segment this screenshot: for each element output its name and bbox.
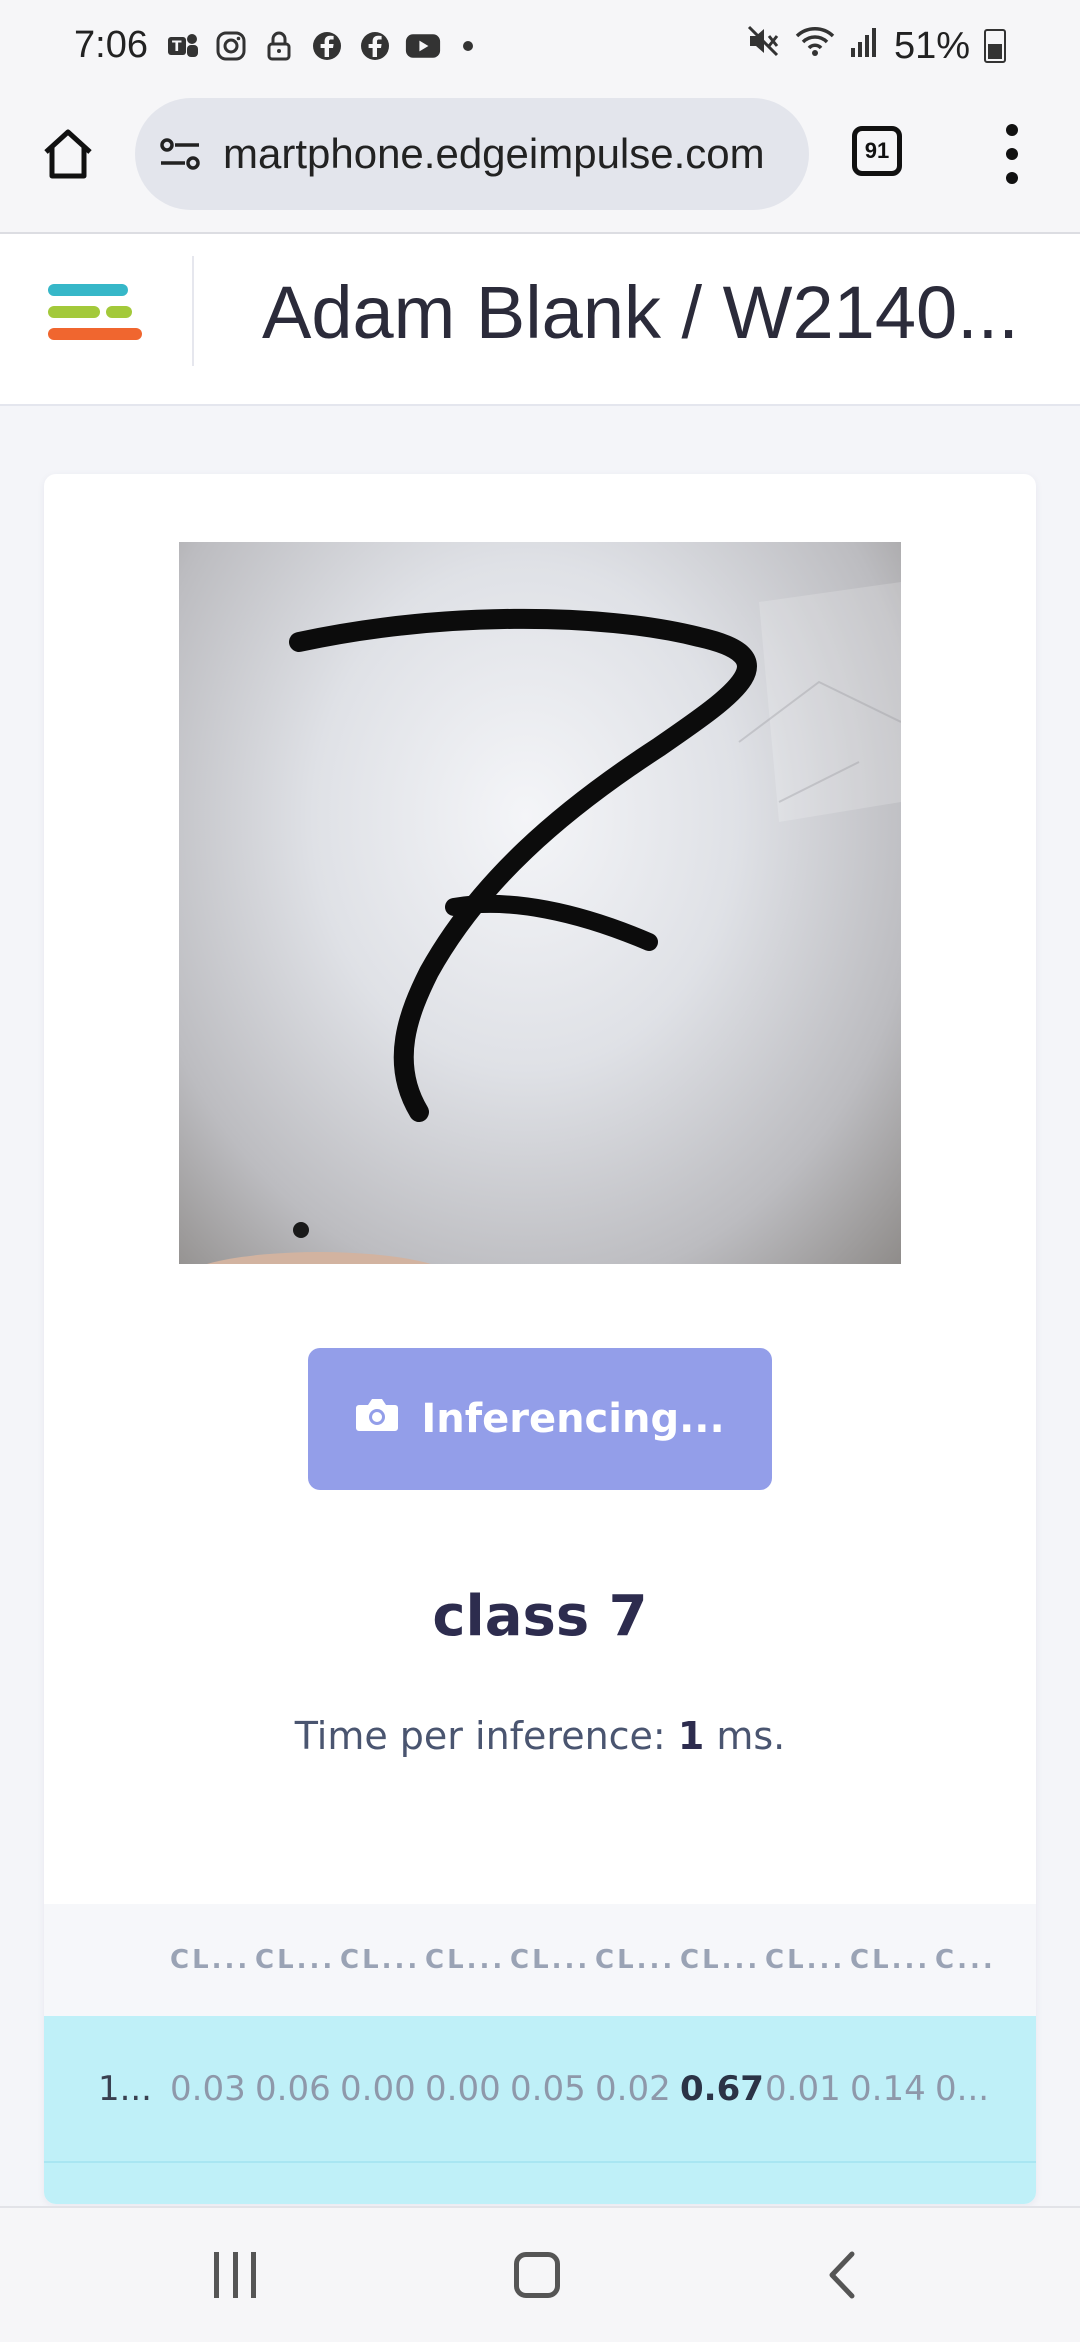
- site-settings-icon[interactable]: [157, 131, 203, 177]
- recents-button[interactable]: [214, 2252, 256, 2298]
- table-row-partial: [44, 2162, 1036, 2204]
- table-header-cell: C...: [935, 1945, 996, 1975]
- score-cell: 0.03: [170, 2068, 246, 2109]
- score-cell: 0.01: [765, 2068, 841, 2109]
- notification-icons: T: [165, 28, 473, 64]
- table-header-row: CL... CL... CL... CL... CL... CL... CL..…: [44, 1904, 1036, 2016]
- score-cell: 0.06: [255, 2068, 331, 2109]
- back-button[interactable]: [822, 2250, 862, 2300]
- timing-prefix: Time per inference:: [294, 1714, 678, 1758]
- inference-timing: Time per inference: 1 ms.: [44, 1714, 1036, 1758]
- youtube-icon: [405, 28, 441, 64]
- score-cell: 0...: [935, 2068, 990, 2109]
- score-cell: 0.14: [850, 2068, 926, 2109]
- table-header-cell: CL...: [340, 1945, 421, 1975]
- timing-value: 1: [677, 1714, 705, 1758]
- top-score-cell: 0.67: [680, 2068, 764, 2109]
- system-status: 51%: [746, 24, 1006, 68]
- battery-icon: [984, 29, 1006, 63]
- tab-switcher-button[interactable]: 91: [852, 126, 902, 176]
- predicted-class: class 7: [432, 1584, 648, 1649]
- score-cell: 0.02: [595, 2068, 671, 2109]
- system-nav-bar: [0, 2206, 1080, 2342]
- table-header-cell: CL...: [765, 1945, 846, 1975]
- home-button[interactable]: [514, 2252, 560, 2298]
- camera-capture-image: [179, 542, 901, 1264]
- teams-icon: T: [165, 28, 201, 64]
- url-text[interactable]: martphone.edgeimpulse.com: [223, 130, 793, 178]
- app-header: Adam Blank / W2140...: [0, 234, 1080, 406]
- instagram-icon: [213, 28, 249, 64]
- lock-icon: [261, 28, 297, 64]
- tab-count: 91: [864, 138, 890, 163]
- facebook-icon: [357, 28, 393, 64]
- mute-icon: [746, 24, 780, 68]
- project-title: Adam Blank / W2140...: [262, 271, 1019, 354]
- browser-toolbar: martphone.edgeimpulse.com 91: [0, 96, 1080, 234]
- status-bar: 7:06 T 51%: [0, 0, 1080, 96]
- inference-button[interactable]: Inferencing...: [308, 1348, 772, 1490]
- more-notifications-dot: [463, 41, 473, 51]
- table-header-cell: CL...: [850, 1945, 931, 1975]
- camera-icon: [355, 1395, 399, 1443]
- score-cell: 0.00: [425, 2068, 501, 2109]
- signal-icon: [850, 25, 880, 68]
- table-row: 1... 0.03 0.06 0.00 0.00 0.05 0.02 0.67 …: [44, 2016, 1036, 2162]
- header-divider: [192, 256, 194, 366]
- score-cell: 0.00: [340, 2068, 416, 2109]
- timing-suffix: ms.: [704, 1714, 786, 1758]
- table-header-cell: CL...: [255, 1945, 336, 1975]
- score-cell: 0.05: [510, 2068, 586, 2109]
- inference-card: Inferencing... class 7 Time per inferenc…: [44, 474, 1036, 2204]
- table-header-cell: CL...: [510, 1945, 591, 1975]
- edge-impulse-logo[interactable]: [48, 274, 144, 360]
- results-table: CL... CL... CL... CL... CL... CL... CL..…: [44, 1904, 1036, 2204]
- more-menu-icon[interactable]: [1000, 124, 1024, 184]
- status-time: 7:06: [74, 24, 148, 66]
- row-label: 1...: [97, 2068, 152, 2109]
- table-header-cell: CL...: [595, 1945, 676, 1975]
- wifi-icon: [794, 24, 836, 68]
- facebook-icon: [309, 28, 345, 64]
- inference-button-label: Inferencing...: [421, 1396, 725, 1442]
- table-header-cell: CL...: [680, 1945, 761, 1975]
- address-bar[interactable]: martphone.edgeimpulse.com: [135, 98, 809, 210]
- battery-percent: 51%: [893, 24, 970, 67]
- home-icon[interactable]: [38, 124, 98, 184]
- svg-text:T: T: [172, 39, 182, 55]
- table-header-cell: [44, 1904, 170, 2016]
- table-header-cell: CL...: [170, 1945, 251, 1975]
- table-header-cell: CL...: [425, 1945, 506, 1975]
